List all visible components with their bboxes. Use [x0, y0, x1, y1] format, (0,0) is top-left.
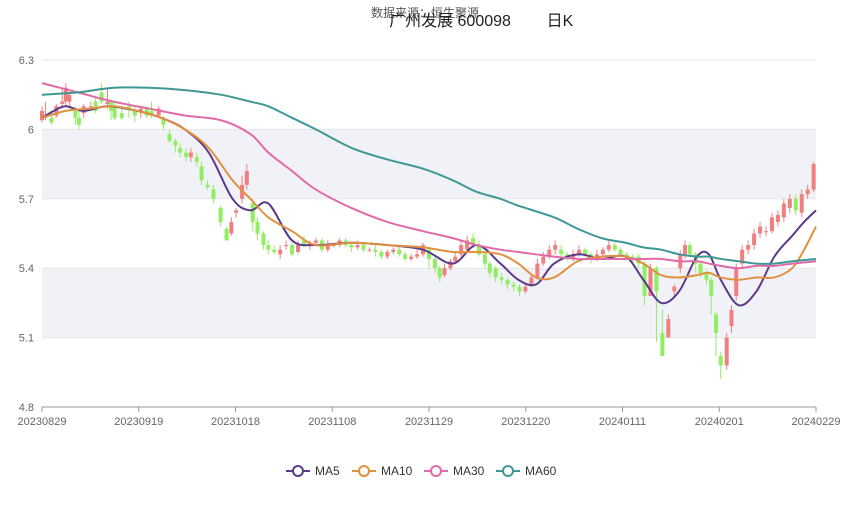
candle [112, 101, 117, 121]
candle [93, 97, 98, 114]
legend-item-ma5[interactable]: MA5 [286, 464, 340, 478]
y-tick-label: 4.8 [19, 402, 34, 414]
candle [740, 245, 745, 269]
candle [477, 240, 482, 257]
candle [367, 247, 372, 253]
candle [769, 212, 774, 234]
x-tick-label: 20240111 [599, 416, 646, 428]
candle [109, 99, 114, 121]
candle [459, 240, 464, 257]
x-tick-label: 20230919 [114, 416, 163, 428]
legend[interactable]: MA5 MA10 MA30 MA60 [286, 464, 557, 478]
candle [541, 252, 546, 266]
legend-marker [430, 465, 442, 477]
candle [63, 83, 68, 107]
candle [746, 240, 751, 255]
candle [415, 249, 420, 259]
chart-title: 广州发展 600098 [389, 12, 511, 30]
grid-band [42, 129, 816, 199]
candle [132, 106, 137, 123]
legend-item-ma30[interactable]: MA30 [424, 464, 485, 478]
legend-label: MA30 [453, 464, 485, 478]
x-tick-label: 20231129 [405, 416, 453, 428]
legend-label: MA5 [315, 464, 340, 478]
candle [606, 240, 611, 253]
candle [373, 245, 378, 257]
legend-item-ma10[interactable]: MA10 [352, 464, 413, 478]
x-tick-label: 20231108 [308, 416, 356, 428]
candle [482, 252, 487, 269]
candle [266, 240, 271, 255]
candle [234, 208, 239, 218]
legend-item-ma60[interactable]: MA60 [496, 464, 557, 478]
candle [752, 228, 757, 250]
legend-label: MA10 [381, 464, 413, 478]
candle [403, 252, 408, 262]
candle [290, 242, 295, 257]
candle [553, 240, 558, 255]
candle [99, 83, 104, 104]
candle [218, 205, 223, 227]
legend-marker [502, 465, 514, 477]
candle [811, 161, 816, 192]
candle [255, 217, 260, 241]
candle [60, 87, 65, 109]
chart-title-suffix: 日K [547, 13, 574, 30]
candle [261, 231, 266, 250]
y-tick-label: 5.4 [19, 263, 34, 275]
x-tick-label: 20231018 [211, 416, 260, 428]
candle [385, 249, 390, 259]
y-tick-label: 5.7 [19, 194, 34, 206]
candle [724, 332, 729, 370]
candle [687, 242, 692, 257]
candle [40, 106, 44, 123]
candle [379, 249, 384, 259]
grid-band [42, 268, 816, 338]
y-axis: 6.3 6 5.7 5.4 5.1 4.8 [19, 55, 34, 414]
x-tick-label: 20240201 [695, 416, 744, 428]
candle [559, 245, 564, 257]
candle [278, 245, 283, 259]
x-axis: 20230829 20230919 20231018 20231108 20231129… [18, 406, 841, 428]
candle [224, 226, 229, 241]
candle [284, 240, 289, 250]
candle [409, 254, 414, 262]
candle [612, 242, 617, 253]
candle [391, 247, 396, 255]
y-tick-label: 6 [28, 124, 34, 136]
x-tick-label: 20231220 [501, 416, 550, 428]
legend-marker [358, 465, 370, 477]
x-tick-label: 20230829 [18, 416, 67, 428]
x-tick-label: 20240229 [792, 416, 841, 428]
y-tick-label: 5.1 [19, 333, 34, 345]
kline-chart: 数据来源：恒生聚源 广州发展 600098 日K 6.365.75.45.14.… [18, 5, 841, 478]
legend-label: MA60 [525, 464, 557, 478]
candle [349, 242, 354, 253]
legend-marker [292, 465, 304, 477]
y-tick-label: 6.3 [19, 55, 34, 67]
candle [763, 226, 768, 236]
candle [781, 198, 786, 222]
candle [758, 221, 763, 239]
candle [718, 351, 723, 380]
candle [775, 210, 780, 227]
candle [76, 110, 81, 130]
candle [229, 217, 234, 236]
candle [600, 247, 605, 257]
candle [272, 245, 277, 255]
